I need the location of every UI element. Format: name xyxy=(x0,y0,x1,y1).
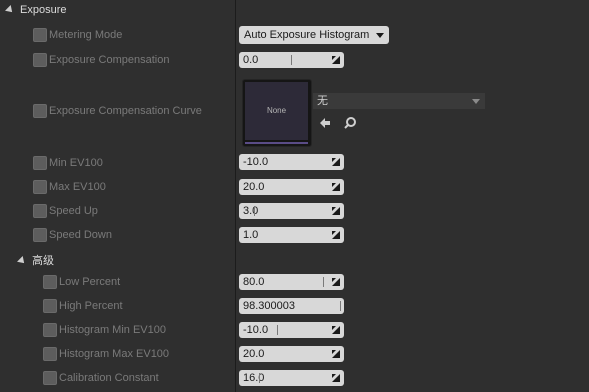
drag-resize-icon xyxy=(332,278,340,286)
calibration-constant-label: Calibration Constant xyxy=(59,372,159,384)
histogram-min-ev100-value: -10.0 xyxy=(243,324,269,336)
expand-arrow-icon[interactable] xyxy=(17,256,27,267)
slider-tick xyxy=(291,55,292,65)
min-ev100-label: Min EV100 xyxy=(49,157,103,169)
speed-up-field[interactable]: 3.0 xyxy=(239,203,344,219)
min-ev100-override-checkbox[interactable] xyxy=(33,156,47,170)
slider-tick xyxy=(259,373,260,383)
exposure-compensation-curve-label: Exposure Compensation Curve xyxy=(49,105,202,117)
low-percent-value: 80.0 xyxy=(243,276,265,288)
high-percent-field[interactable]: 98.300003 xyxy=(239,298,344,314)
speed-down-label: Speed Down xyxy=(49,229,112,241)
metering-mode-override-checkbox[interactable] xyxy=(33,28,47,42)
drag-resize-icon xyxy=(332,158,340,166)
high-percent-override-checkbox[interactable] xyxy=(43,299,57,313)
curve-asset-thumbnail-text: None xyxy=(245,82,308,140)
max-ev100-label: Max EV100 xyxy=(49,181,106,193)
asset-type-color-bar xyxy=(245,142,308,144)
metering-mode-label: Metering Mode xyxy=(49,29,123,41)
chevron-down-icon xyxy=(472,99,480,104)
exposure-compensation-label: Exposure Compensation xyxy=(49,54,170,66)
low-percent-override-checkbox[interactable] xyxy=(43,275,57,289)
exposure-section-header[interactable]: Exposure xyxy=(5,4,67,16)
histogram-min-ev100-label: Histogram Min EV100 xyxy=(59,324,166,336)
low-percent-label: Low Percent xyxy=(59,276,121,288)
histogram-min-ev100-override-checkbox[interactable] xyxy=(43,323,57,337)
histogram-max-ev100-override-checkbox[interactable] xyxy=(43,347,57,361)
advanced-section-title: 高级 xyxy=(32,255,54,267)
speed-down-field[interactable]: 1.0 xyxy=(239,227,344,243)
high-percent-value: 98.300003 xyxy=(243,300,295,312)
drag-resize-icon xyxy=(332,326,340,334)
slider-tick xyxy=(277,325,278,335)
speed-down-override-checkbox[interactable] xyxy=(33,228,47,242)
drag-resize-icon xyxy=(332,56,340,64)
slider-tick xyxy=(323,277,324,287)
calibration-constant-field[interactable]: 16.0 xyxy=(239,370,344,386)
high-percent-label: High Percent xyxy=(59,300,123,312)
histogram-min-ev100-field[interactable]: -10.0 xyxy=(239,322,344,338)
use-selected-arrow-icon[interactable] xyxy=(318,116,332,130)
min-ev100-field[interactable]: -10.0 xyxy=(239,154,344,170)
exposure-section-title: Exposure xyxy=(20,4,67,16)
histogram-max-ev100-value: 20.0 xyxy=(243,348,265,360)
advanced-section-header[interactable]: 高级 xyxy=(17,252,54,268)
slider-tick xyxy=(254,206,255,216)
max-ev100-override-checkbox[interactable] xyxy=(33,180,47,194)
chevron-down-icon xyxy=(376,33,384,38)
speed-up-label: Speed Up xyxy=(49,205,98,217)
exposure-compensation-curve-override-checkbox[interactable] xyxy=(33,104,47,118)
drag-resize-icon xyxy=(332,207,340,215)
max-ev100-field[interactable]: 20.0 xyxy=(239,179,344,195)
speed-down-value: 1.0 xyxy=(243,229,259,241)
exposure-compensation-field[interactable]: 0.0 xyxy=(239,52,344,68)
low-percent-field[interactable]: 80.0 xyxy=(239,274,344,290)
speed-up-override-checkbox[interactable] xyxy=(33,204,47,218)
drag-resize-icon xyxy=(332,183,340,191)
calibration-constant-override-checkbox[interactable] xyxy=(43,371,57,385)
histogram-max-ev100-field[interactable]: 20.0 xyxy=(239,346,344,362)
speed-up-value: 3.0 xyxy=(243,205,259,217)
column-divider[interactable] xyxy=(235,0,236,392)
drag-resize-icon xyxy=(332,350,340,358)
search-icon[interactable] xyxy=(343,116,357,130)
metering-mode-value: Auto Exposure Histogram xyxy=(244,29,370,41)
max-ev100-value: 20.0 xyxy=(243,181,265,193)
expand-arrow-icon[interactable] xyxy=(5,5,15,16)
calibration-constant-value: 16.0 xyxy=(243,372,265,384)
drag-resize-icon xyxy=(332,374,340,382)
curve-asset-thumbnail[interactable]: None xyxy=(242,79,312,147)
curve-asset-value: 无 xyxy=(317,95,328,107)
curve-asset-picker[interactable]: 无 xyxy=(313,93,485,109)
min-ev100-value: -10.0 xyxy=(243,156,269,168)
slider-tick xyxy=(340,301,341,311)
metering-mode-dropdown[interactable]: Auto Exposure Histogram xyxy=(239,26,389,44)
exposure-compensation-value: 0.0 xyxy=(243,54,259,66)
histogram-max-ev100-label: Histogram Max EV100 xyxy=(59,348,170,360)
drag-resize-icon xyxy=(332,231,340,239)
exposure-compensation-override-checkbox[interactable] xyxy=(33,53,47,67)
